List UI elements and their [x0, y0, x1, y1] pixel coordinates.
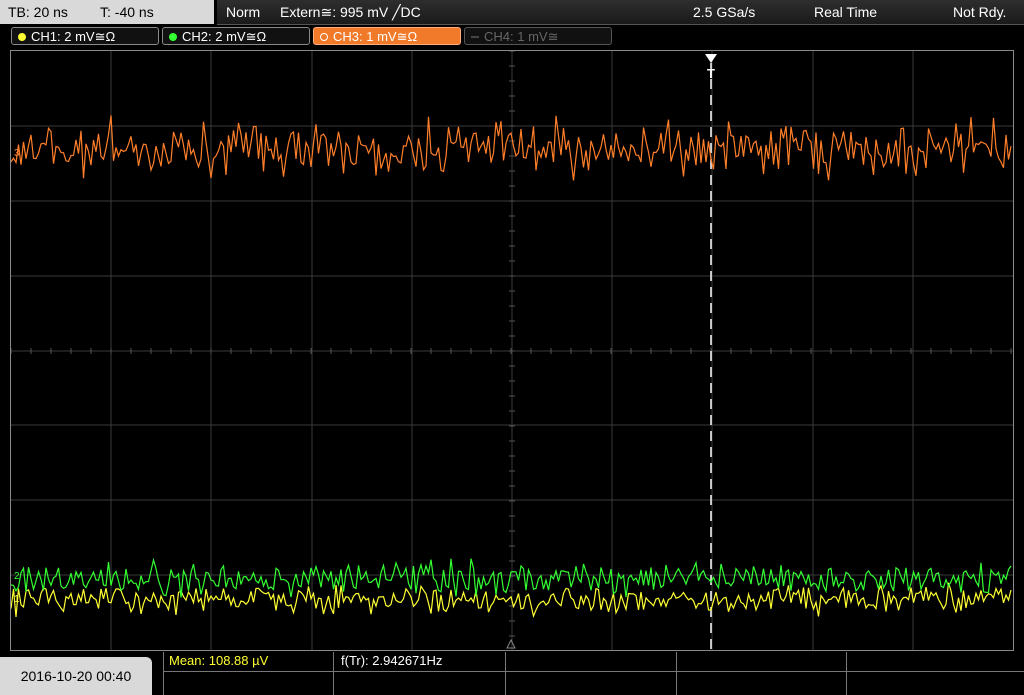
trigger-label: T: [707, 66, 715, 81]
tab-ch1[interactable]: CH1: 2 mV≅Ω: [11, 27, 159, 45]
trigger-mode[interactable]: Norm: [226, 0, 260, 24]
measurement-divider-v: [163, 652, 164, 695]
status-bar: Norm Extern≅: 995 mV ╱DC 2.5 GSa/s Real …: [217, 0, 1024, 25]
measurement-divider-v: [846, 652, 847, 695]
ch3-indicator-icon: [320, 33, 328, 41]
measurement-divider-v: [676, 652, 677, 695]
ch1-indicator-icon: [18, 33, 26, 41]
waveform-display[interactable]: 3 2 1 T: [10, 50, 1014, 651]
timebase-label: TB: 20 ns: [8, 4, 68, 20]
trigger-time-label: T: -40 ns: [100, 4, 154, 20]
acquisition-mode: Real Time: [814, 4, 878, 20]
tab-ch2[interactable]: CH2: 2 mV≅Ω: [162, 27, 310, 45]
tab-ch3[interactable]: CH3: 1 mV≅Ω: [313, 27, 461, 45]
trigger-source[interactable]: Extern≅: 995 mV ╱DC: [280, 0, 421, 24]
timebase-box[interactable]: TB: 20 ns T: -40 ns: [0, 0, 214, 24]
ch2-indicator-icon: [169, 33, 177, 41]
datetime: 2016-10-20 00:40: [20, 668, 132, 684]
ch2-level-marker[interactable]: 2: [14, 571, 20, 582]
ch1-level-marker[interactable]: 1: [14, 594, 20, 605]
channel-tabs: CH1: 2 mV≅Ω CH2: 2 mV≅Ω CH3: 1 mV≅Ω CH4:…: [0, 26, 1024, 48]
time-reference-icon: [506, 638, 516, 649]
ch3-level-marker[interactable]: 3: [14, 148, 20, 159]
ch4-indicator-icon: [471, 36, 479, 38]
ch4-label: CH4: 1 mV≅: [484, 29, 559, 44]
top-bar: TB: 20 ns T: -40 ns Norm Extern≅: 995 mV…: [0, 0, 1024, 25]
measurement-divider-v: [505, 652, 506, 695]
measurement-panel[interactable]: Mean: 108.88 µV f(Tr): 2.942671Hz: [163, 652, 1024, 695]
datetime-box: 2016-10-20 00:40: [0, 657, 152, 695]
tab-ch4[interactable]: CH4: 1 mV≅: [464, 27, 612, 45]
ch2-label: CH2: 2 mV≅Ω: [182, 29, 267, 44]
measurement-divider: [163, 671, 1024, 672]
measurement-divider-v: [333, 652, 334, 695]
mean-measurement[interactable]: Mean: 108.88 µV: [169, 652, 268, 670]
ch3-label: CH3: 1 mV≅Ω: [333, 29, 418, 44]
ch2-waveform: [11, 557, 1012, 598]
waveform-canvas: 3 2 1 T: [11, 51, 1013, 650]
ch1-label: CH1: 2 mV≅Ω: [31, 29, 116, 44]
run-state: Not Rdy.: [953, 4, 1007, 20]
trigger-position-icon[interactable]: [705, 54, 717, 63]
sample-rate: 2.5 GSa/s: [693, 4, 756, 20]
trigger-frequency: f(Tr): 2.942671Hz: [341, 653, 443, 668]
